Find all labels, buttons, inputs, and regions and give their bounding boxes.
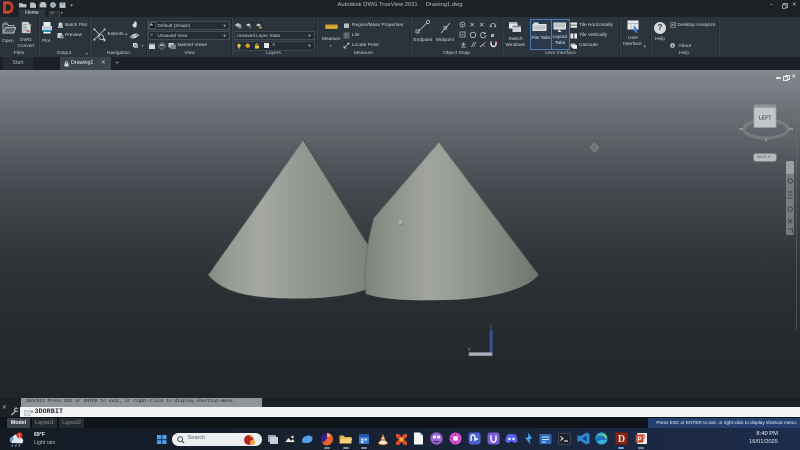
svg-text:D: D (618, 434, 625, 445)
svg-text:P: P (637, 436, 642, 443)
svg-text:DWG: DWG (45, 31, 51, 33)
svg-text:LEFT: LEFT (759, 116, 772, 122)
svg-text:1: 1 (18, 433, 21, 439)
